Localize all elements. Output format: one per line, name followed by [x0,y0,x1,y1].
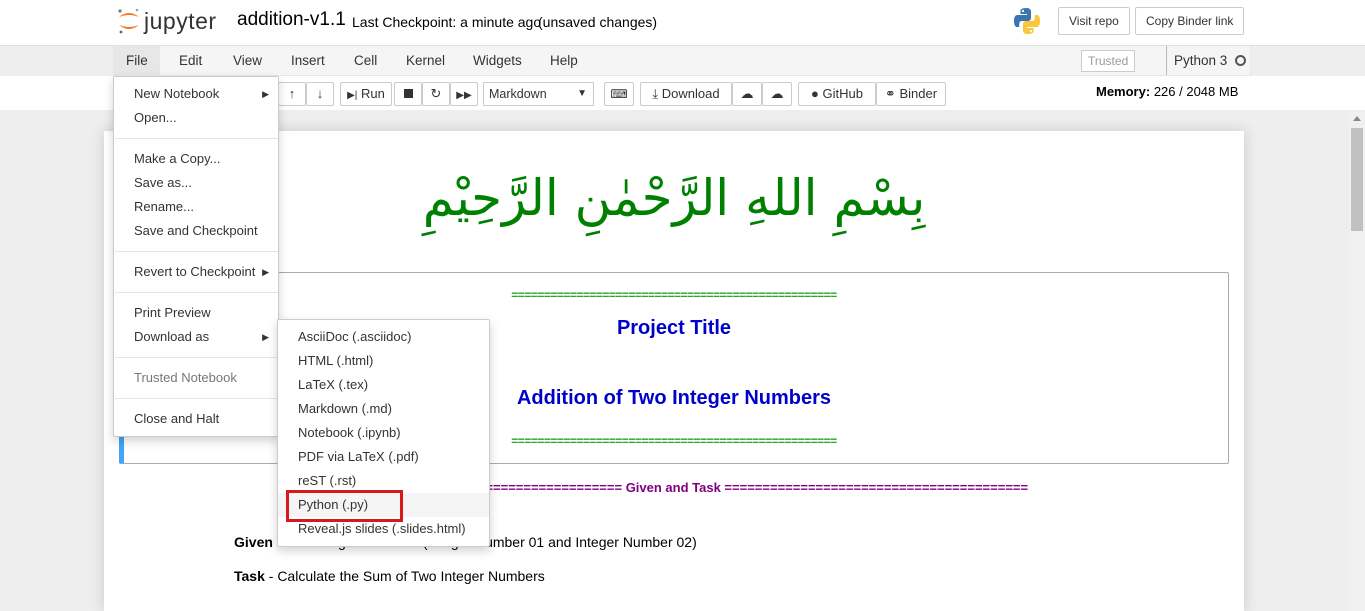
menubar: File Edit View Insert Cell Kernel Widget… [113,46,1251,76]
cloud-upload-icon: ☁ [740,86,754,101]
menu-cell[interactable]: Cell [342,46,389,75]
stop-icon [403,89,413,98]
trusted-badge[interactable]: Trusted [1081,50,1136,72]
task-line: Task - Calculate the Sum of Two Integer … [234,568,545,584]
restart-button[interactable]: ↻ [422,82,450,106]
download-pdf[interactable]: PDF via LaTeX (.pdf) [278,445,489,469]
download-icon: ⤓ [652,86,659,101]
cell-type-select[interactable]: Markdown ▼ [483,82,594,106]
task-text: - Calculate the Sum of Two Integer Numbe… [264,568,545,584]
download-latex[interactable]: LaTeX (.tex) [278,373,489,397]
vertical-scrollbar[interactable] [1349,112,1365,611]
cloud-download-button[interactable]: ☁ [762,82,792,106]
github-icon: ● [811,86,819,101]
menu-divider [115,251,278,252]
arrow-up-icon: ↑ [288,86,296,101]
new-notebook-label: New Notebook [134,86,220,101]
file-close-halt[interactable]: Close and Halt [114,407,278,431]
memory-label: Memory: [1096,84,1151,99]
menu-divider [115,138,278,139]
fast-forward-icon: ▶▶ [456,90,472,101]
keyboard-icon: ⌨ [610,87,628,101]
jupyter-logo-icon [118,8,139,34]
file-menu-dropdown: New Notebook ▶ Open... Make a Copy... Sa… [113,76,279,437]
submenu-arrow-icon: ▶ [262,332,269,342]
run-label: Run [361,86,385,101]
move-up-button[interactable]: ↑ [278,82,306,106]
copy-binder-link-button[interactable]: Copy Binder link [1135,7,1245,35]
download-as-label: Download as [134,329,210,344]
last-checkpoint: Last Checkpoint: a minute ago [352,14,542,30]
menu-insert[interactable]: Insert [279,46,337,75]
file-save-as[interactable]: Save as... [114,171,278,195]
menu-divider [115,292,278,293]
file-revert-checkpoint[interactable]: Revert to Checkpoint ▶ [114,260,278,284]
download-markdown[interactable]: Markdown (.md) [278,397,489,421]
autosave-status: (unsaved changes) [538,14,658,30]
menu-divider [115,398,278,399]
task-label: Task [234,568,265,584]
menu-file[interactable]: File [114,46,160,75]
python-logo-icon [1012,6,1042,36]
jupyter-logo-text: jupyter [144,8,217,34]
kernel-name[interactable]: Python 3 [1166,46,1227,75]
github-button[interactable]: ● GitHub [798,82,876,106]
python-highlight-box [286,490,403,522]
memory-usage: Memory: 226 / 2048 MB [1096,84,1238,99]
scroll-up-arrow-icon[interactable] [1353,116,1361,121]
cloud-download-icon: ☁ [770,86,784,101]
cell-type-value: Markdown [489,87,547,101]
download-label: Download [661,86,720,101]
menu-edit[interactable]: Edit [167,46,214,75]
step-forward-icon: ▶| [347,90,358,101]
download-asciidoc[interactable]: AsciiDoc (.asciidoc) [278,325,489,349]
download-notebook[interactable]: Notebook (.ipynb) [278,421,489,445]
jupyter-logo[interactable]: jupyter [116,6,228,38]
binder-label: Binder [899,86,938,101]
memory-value: 226 / 2048 MB [1153,84,1239,99]
download-as-submenu: AsciiDoc (.asciidoc) HTML (.html) LaTeX … [277,319,490,547]
binder-button[interactable]: ⚭ Binder [876,82,946,106]
restart-icon: ↻ [430,86,442,101]
revert-label: Revert to Checkpoint [134,264,256,279]
file-trusted-notebook: Trusted Notebook [134,370,237,385]
notebook-name[interactable]: addition-v1.1 [237,9,346,31]
kernel-idle-icon [1235,55,1246,66]
submenu-arrow-icon: ▶ [262,267,269,277]
file-rename[interactable]: Rename... [114,195,278,219]
menu-view[interactable]: View [221,46,274,75]
menu-divider [115,357,278,358]
caret-down-icon: ▼ [577,88,587,99]
file-save-checkpoint[interactable]: Save and Checkpoint [114,219,278,243]
interrupt-button[interactable] [394,82,422,106]
header: jupyter addition-v1.1 Last Checkpoint: a… [0,0,1365,46]
download-button[interactable]: ⤓ Download [640,82,732,106]
menu-kernel[interactable]: Kernel [394,46,457,75]
move-down-button[interactable]: ↓ [306,82,334,106]
file-new-notebook[interactable]: New Notebook ▶ [114,82,278,106]
visit-repo-button[interactable]: Visit repo [1058,7,1130,35]
restart-run-all-button[interactable]: ▶▶ [450,82,478,106]
menu-widgets[interactable]: Widgets [461,46,534,75]
run-button[interactable]: ▶| Run [340,82,392,106]
command-palette-button[interactable]: ⌨ [604,82,634,106]
github-label: GitHub [822,86,863,101]
cloud-upload-button[interactable]: ☁ [732,82,762,106]
given-label: Given [234,534,273,550]
link-icon: ⚭ [884,86,896,101]
file-download-as[interactable]: Download as ▶ [114,325,278,349]
menu-help[interactable]: Help [538,46,590,75]
submenu-arrow-icon: ▶ [262,89,269,99]
download-html[interactable]: HTML (.html) [278,349,489,373]
file-open[interactable]: Open... [114,106,278,130]
scroll-thumb[interactable] [1351,128,1363,231]
file-print-preview[interactable]: Print Preview [114,301,278,325]
file-make-copy[interactable]: Make a Copy... [114,147,278,171]
arrow-down-icon: ↓ [316,86,324,101]
